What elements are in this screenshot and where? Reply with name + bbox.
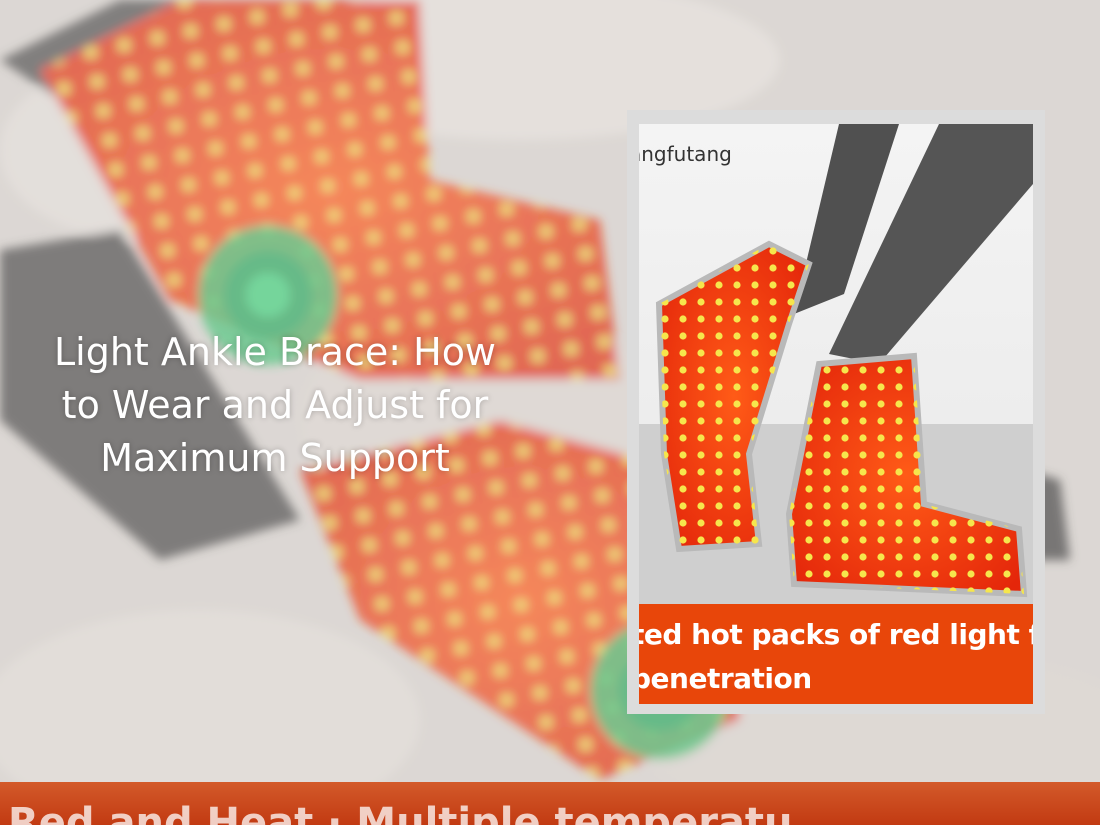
page-title: Light Ankle Brace: How to Wear and Adjus… — [53, 330, 497, 480]
product-image: angfutang ted hot packs of red light for… — [639, 124, 1033, 704]
banner-line-1: ted hot packs of red light for — [639, 618, 1033, 651]
product-banner: ted hot packs of red light for penetrati… — [639, 604, 1033, 704]
background-strip-text: Red and Heat · Multiple temperatu — [8, 800, 793, 825]
product-image-card: angfutang ted hot packs of red light for… — [627, 110, 1045, 714]
brand-text: angfutang — [639, 142, 732, 166]
background-text-strip: Red and Heat · Multiple temperatu — [0, 782, 1100, 825]
banner-line-2: penetration — [639, 662, 812, 695]
